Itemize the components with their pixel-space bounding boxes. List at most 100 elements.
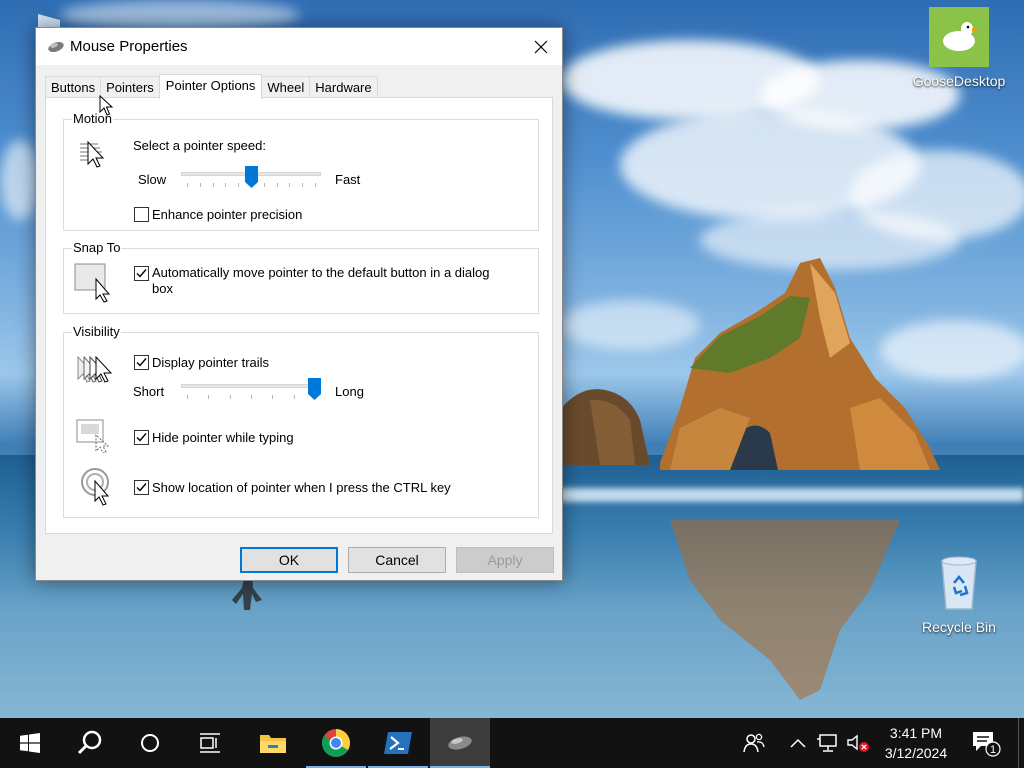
mouse-properties-icon [448,736,472,750]
hide-pointer-checkbox[interactable] [134,430,149,445]
slider-tick [212,183,214,187]
slider-track [181,384,321,388]
goose-icon [929,7,989,67]
desktop-icon-label: Recycle Bin [922,619,996,635]
slider-tick [272,395,274,399]
search-button[interactable] [60,718,120,768]
ctrl-locate-label[interactable]: Show location of pointer when I press th… [152,480,451,496]
rock-reflection [670,520,900,700]
mouse-properties-taskbar-button[interactable] [430,718,490,768]
enhance-precision-checkbox[interactable] [134,207,149,222]
snap-to-label-line2[interactable]: box [152,281,173,297]
snap-to-icon [74,263,111,303]
ok-button[interactable]: OK [240,547,338,573]
clock[interactable]: 3:41 PM 3/12/2024 [876,723,956,763]
slider-tick [199,183,201,187]
people-button[interactable] [738,718,770,768]
ctrl-locate-checkbox[interactable] [134,480,149,495]
slider-tick [263,183,265,187]
snap-to-group-label: Snap To [72,240,122,256]
slider-tick [251,395,252,399]
mouse-cursor-icon [99,95,113,116]
window-title: Mouse Properties [70,38,188,55]
slider-tick [225,183,227,187]
visibility-group: Visibility Display pointer trails Short … [63,324,539,518]
search-icon [77,730,102,755]
slider-tick [229,395,231,399]
small-rock [560,389,650,465]
snap-to-group: Snap To Automatically move pointer to th… [63,240,539,314]
title-bar[interactable]: Mouse Properties [36,28,562,65]
slow-label: Slow [138,172,167,187]
slider-tick [238,183,240,187]
network-button[interactable] [814,718,842,768]
chrome-button[interactable] [306,718,366,768]
slider-tick [276,183,278,187]
motion-group: Motion Select a pointer speed: Slow Fast… [63,111,539,231]
slider-tick [289,183,291,187]
desktop-icon-recycle-bin[interactable]: Recycle Bin [909,553,1009,635]
start-icon [20,733,40,753]
long-label: Long [335,384,364,399]
notification-icon: 1 [973,732,1001,757]
hide-pointer-label[interactable]: Hide pointer while typing [152,430,294,446]
slider-ticks [181,395,321,399]
rock-arch [660,258,940,470]
volume-button[interactable] [844,718,872,768]
slider-tick [187,395,188,399]
pointer-speed-icon [80,140,105,168]
fast-label: Fast [335,172,361,187]
tab-bar: Buttons Pointers Pointer Options Wheel H… [45,74,378,99]
desktop-icon-label: GooseDesktop [912,73,1006,89]
pointer-trails-checkbox[interactable] [134,355,149,370]
task-view-icon [200,733,220,753]
ctrl-locate-icon [81,468,110,506]
chrome-icon [322,729,350,757]
snap-to-label-line1[interactable]: Automatically move pointer to the defaul… [152,265,490,281]
taskbar: 3:41 PM 3/12/2024 1 [0,718,1024,768]
cortana-icon [141,734,159,752]
close-button[interactable] [520,28,562,65]
notification-count: 1 [990,744,996,756]
tab-hardware[interactable]: Hardware [309,76,378,98]
mouse-properties-dialog: Mouse Properties Buttons Pointers Pointe… [35,27,563,581]
powershell-button[interactable] [368,718,428,768]
checkmark-icon [136,483,147,492]
desktop-icon-goosedesktop[interactable]: GooseDesktop [909,7,1009,89]
slider-thumb[interactable] [244,166,258,188]
clock-date: 3/12/2024 [884,745,948,761]
snap-to-checkbox[interactable] [134,266,149,281]
show-hidden-icons-button[interactable] [786,718,810,768]
powershell-icon [384,732,412,754]
action-center-button[interactable]: 1 [966,718,1006,768]
pointer-trails-icon [77,355,113,383]
start-button[interactable] [0,718,60,768]
slider-tick [315,183,316,187]
pointer-trails-slider[interactable] [181,378,321,402]
clock-time: 3:41 PM [889,725,943,741]
recycle-bin-icon [932,553,986,613]
pointer-trails-label[interactable]: Display pointer trails [152,355,269,371]
tab-wheel[interactable]: Wheel [261,76,311,98]
file-explorer-icon [260,735,286,753]
task-view-button[interactable] [180,718,240,768]
pointer-speed-slider[interactable] [181,166,321,190]
people-icon [743,733,765,753]
apply-button[interactable]: Apply [456,547,554,573]
tab-buttons[interactable]: Buttons [45,76,102,98]
slider-tick [293,395,295,399]
volume-muted-icon [847,734,869,752]
file-explorer-button[interactable] [243,718,303,768]
network-icon [817,734,837,752]
pointer-speed-label: Select a pointer speed: [133,138,266,153]
cortana-button[interactable] [120,718,180,768]
visibility-group-label: Visibility [72,324,121,340]
close-icon [534,40,548,53]
slider-thumb[interactable] [308,378,321,400]
enhance-precision-label[interactable]: Enhance pointer precision [152,207,302,223]
slider-tick [187,183,188,187]
cancel-button[interactable]: Cancel [348,547,446,573]
slider-tick [208,395,210,399]
tab-pointer-options[interactable]: Pointer Options [158,74,263,99]
show-desktop-button[interactable] [1018,718,1024,768]
